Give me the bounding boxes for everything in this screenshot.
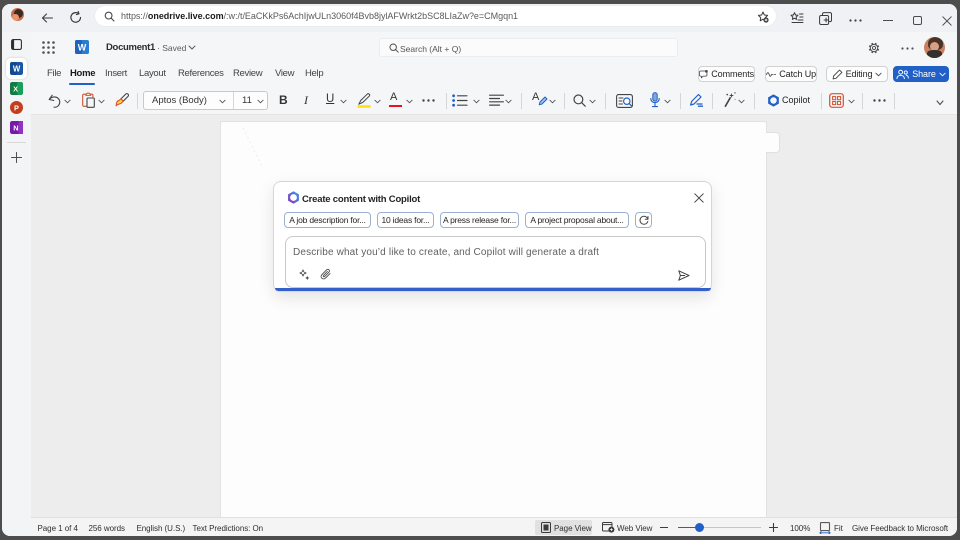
svg-text:W: W — [78, 42, 87, 52]
svg-text:P: P — [14, 104, 19, 113]
svg-text:W: W — [13, 65, 21, 74]
svg-text:X: X — [13, 85, 18, 94]
svg-text:N: N — [13, 124, 18, 133]
